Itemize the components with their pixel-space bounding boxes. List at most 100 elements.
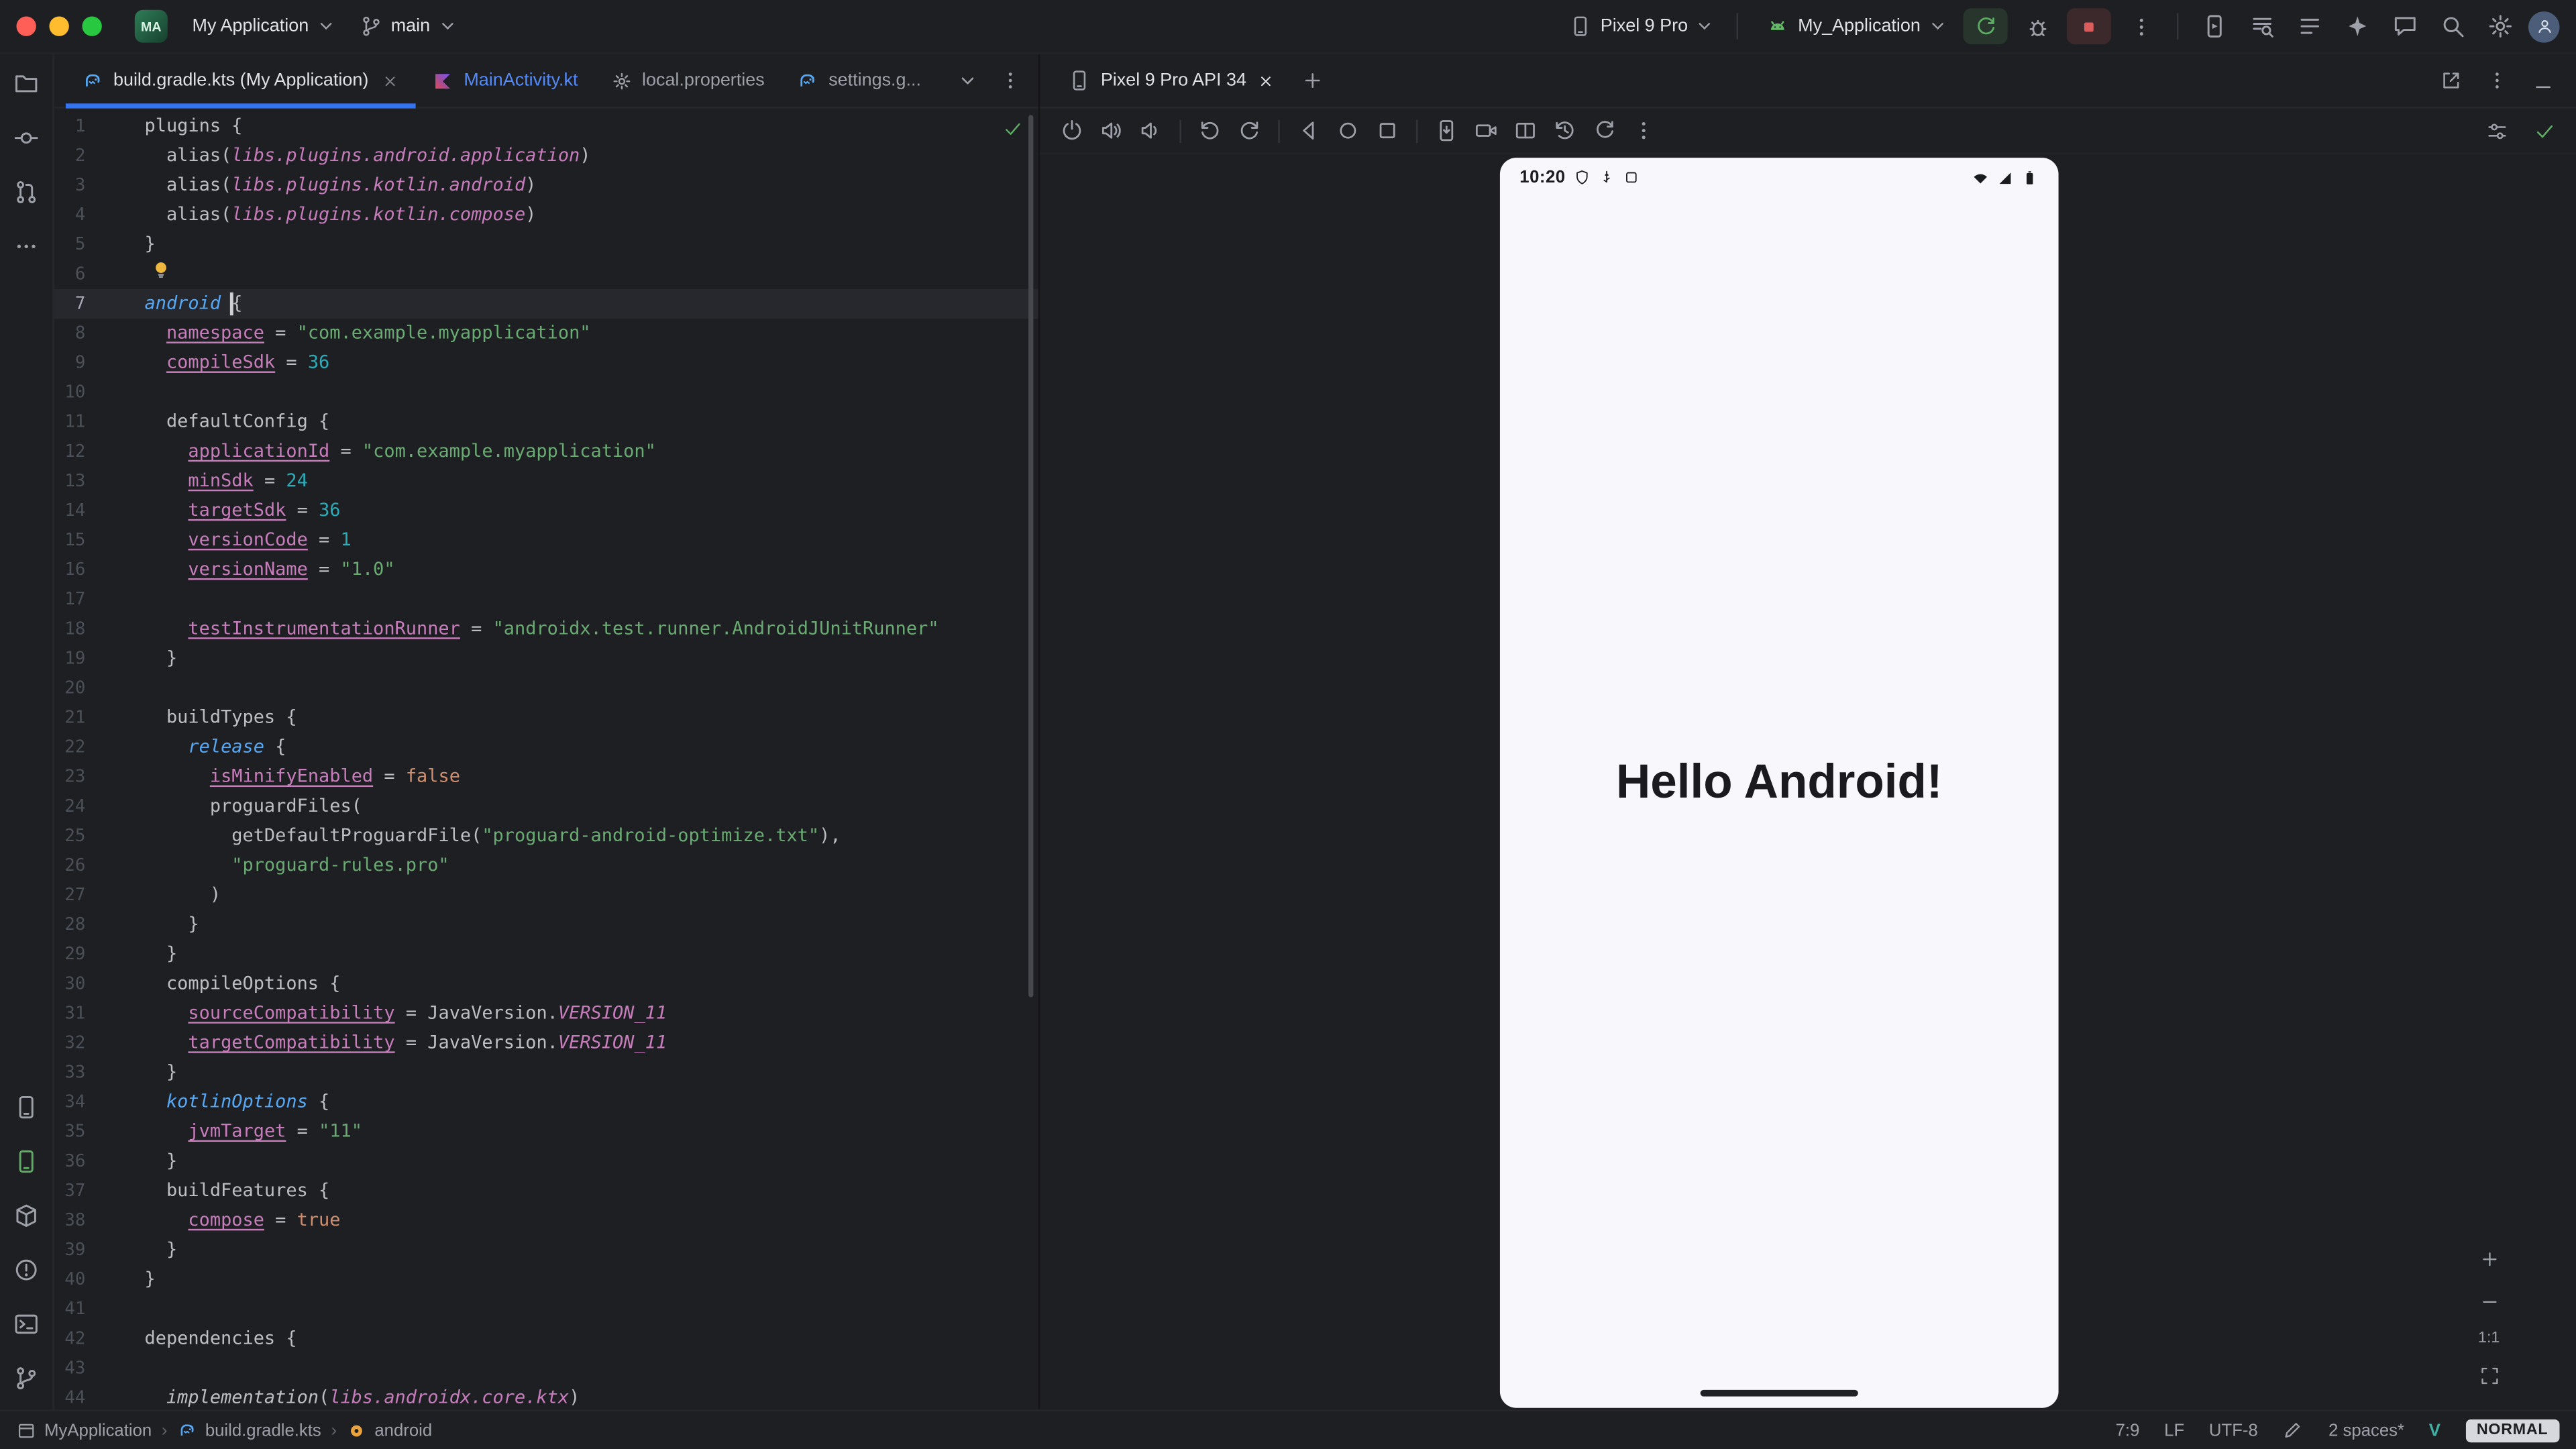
code-line-8[interactable]: 8 namespace = "com.example.myapplication…	[54, 319, 1038, 348]
code-line-42[interactable]: 42dependencies {	[54, 1324, 1038, 1354]
more-tool-windows-icon[interactable]	[5, 225, 48, 268]
more-vertical-icon[interactable]	[2477, 61, 2517, 101]
overview-icon[interactable]	[1368, 113, 1406, 149]
code-line-28[interactable]: 28 }	[54, 910, 1038, 940]
profile-avatar[interactable]	[2528, 11, 2560, 42]
code-line-43[interactable]: 43	[54, 1354, 1038, 1383]
editor-tab-settings.g...[interactable]: settings.g...	[781, 54, 937, 107]
editor-tab-mainactivity.kt[interactable]: MainActivity.kt	[416, 54, 594, 107]
code-line-1[interactable]: 1plugins {	[54, 112, 1038, 142]
hidden-tabs-button[interactable]	[948, 61, 987, 101]
code-line-12[interactable]: 12 applicationId = "com.example.myapplic…	[54, 437, 1038, 466]
tab-options-button[interactable]	[991, 61, 1030, 101]
back-icon[interactable]	[1289, 113, 1327, 149]
structure-icon[interactable]	[2290, 7, 2330, 46]
volume-up-icon[interactable]	[1093, 113, 1130, 149]
snapshots-icon[interactable]	[1546, 113, 1583, 149]
settings-icon[interactable]	[2481, 7, 2520, 46]
editor-tab-build.gradle.kts-my-application-[interactable]: build.gradle.kts (My Application)	[66, 54, 416, 107]
branch-widget[interactable]: main	[348, 10, 463, 43]
caret-position[interactable]: 7:9	[2116, 1420, 2140, 1440]
code-line-27[interactable]: 27 )	[54, 881, 1038, 910]
code-line-9[interactable]: 9 compileSdk = 36	[54, 348, 1038, 378]
file-encoding[interactable]: UTF-8	[2209, 1420, 2258, 1440]
search-everywhere-icon[interactable]	[2433, 7, 2473, 46]
indent-setting[interactable]: 2 spaces*	[2328, 1420, 2404, 1440]
code-line-32[interactable]: 32 targetCompatibility = JavaVersion.VER…	[54, 1028, 1038, 1058]
code-line-3[interactable]: 3 alias(libs.plugins.kotlin.android)	[54, 171, 1038, 201]
project-folder-icon[interactable]	[5, 62, 48, 105]
code-line-14[interactable]: 14 targetSdk = 36	[54, 496, 1038, 526]
code-line-15[interactable]: 15 versionCode = 1	[54, 526, 1038, 555]
code-line-18[interactable]: 18 testInstrumentationRunner = "androidx…	[54, 614, 1038, 644]
code-line-17[interactable]: 17	[54, 585, 1038, 614]
fold-device-icon[interactable]	[1507, 113, 1544, 149]
build-icon[interactable]	[5, 1194, 48, 1237]
code-line-39[interactable]: 39 }	[54, 1236, 1038, 1265]
gemini-icon[interactable]	[2338, 7, 2377, 46]
editor-scrollbar[interactable]	[1028, 115, 1033, 997]
popout-icon[interactable]	[2431, 61, 2471, 101]
zoom-to-fit-button[interactable]	[2474, 1360, 2504, 1390]
debug-button[interactable]	[2017, 7, 2057, 46]
breadcrumb-item-build.gradle.kts[interactable]: build.gradle.kts	[177, 1420, 321, 1440]
pencil-icon[interactable]	[2283, 1419, 2304, 1441]
display-mode-icon[interactable]	[2477, 113, 2515, 149]
code-line-26[interactable]: 26 "proguard-rules.pro"	[54, 851, 1038, 881]
breadcrumb-item-myapplication[interactable]: MyApplication	[16, 1420, 152, 1440]
code-line-41[interactable]: 41	[54, 1295, 1038, 1324]
code-line-22[interactable]: 22 release {	[54, 733, 1038, 762]
code-line-19[interactable]: 19 }	[54, 644, 1038, 674]
add-device-tab-button[interactable]	[1293, 61, 1332, 101]
logcat-icon[interactable]	[2243, 7, 2282, 46]
close-icon[interactable]	[382, 72, 400, 90]
screen-record-icon[interactable]	[1467, 113, 1505, 149]
breadcrumb-item-android[interactable]: android	[347, 1420, 432, 1440]
ideavim-icon[interactable]: V	[2429, 1420, 2440, 1440]
commit-icon[interactable]	[5, 117, 48, 160]
code-line-44[interactable]: 44 implementation(libs.androidx.core.ktx…	[54, 1383, 1038, 1409]
code-line-16[interactable]: 16 versionName = "1.0"	[54, 555, 1038, 585]
device-selector[interactable]: Pixel 9 Pro	[1558, 10, 1721, 43]
problems-icon[interactable]	[5, 1248, 48, 1291]
code-editor[interactable]: 1plugins {2 alias(libs.plugins.android.a…	[54, 109, 1038, 1410]
power-icon[interactable]	[1053, 113, 1091, 149]
inspections-ok-icon[interactable]	[1002, 118, 1024, 140]
terminal-icon[interactable]	[5, 1303, 48, 1346]
code-line-33[interactable]: 33 }	[54, 1058, 1038, 1087]
version-control-icon[interactable]	[5, 1357, 48, 1400]
volume-down-icon[interactable]	[1132, 113, 1169, 149]
code-line-24[interactable]: 24 proguardFiles(	[54, 792, 1038, 821]
line-separator[interactable]: LF	[2164, 1420, 2184, 1440]
intention-bulb-icon[interactable]	[151, 260, 170, 279]
code-line-31[interactable]: 31 sourceCompatibility = JavaVersion.VER…	[54, 999, 1038, 1028]
code-line-5[interactable]: 5}	[54, 230, 1038, 260]
code-line-37[interactable]: 37 buildFeatures {	[54, 1176, 1038, 1205]
code-line-6[interactable]: 6	[54, 260, 1038, 289]
code-line-2[interactable]: 2 alias(libs.plugins.android.application…	[54, 142, 1038, 171]
rerun-button[interactable]	[1964, 8, 2008, 44]
code-line-23[interactable]: 23 isMinifyEnabled = false	[54, 762, 1038, 792]
emulator-screen[interactable]: 10:20 Hello Android!	[1500, 158, 2059, 1408]
minimize-window-button[interactable]	[49, 16, 68, 36]
code-line-40[interactable]: 40}	[54, 1265, 1038, 1295]
more-icon[interactable]	[1625, 113, 1662, 149]
gesture-bar[interactable]	[1701, 1390, 1858, 1397]
rotate-left-icon[interactable]	[1191, 113, 1229, 149]
code-line-25[interactable]: 25 getDefaultProguardFile("proguard-andr…	[54, 821, 1038, 851]
close-window-button[interactable]	[16, 16, 36, 36]
code-line-21[interactable]: 21 buildTypes {	[54, 703, 1038, 733]
code-line-36[interactable]: 36 }	[54, 1146, 1038, 1176]
code-line-29[interactable]: 29 }	[54, 940, 1038, 969]
code-line-20[interactable]: 20	[54, 674, 1038, 703]
zoom-out-button[interactable]	[2474, 1287, 2504, 1316]
pull-requests-icon[interactable]	[5, 171, 48, 214]
code-line-34[interactable]: 34 kotlinOptions {	[54, 1087, 1038, 1117]
editor-tab-local.properties[interactable]: local.properties	[594, 54, 781, 107]
code-line-13[interactable]: 13 minSdk = 24	[54, 467, 1038, 496]
run-configuration-selector[interactable]: My_Application	[1756, 10, 1953, 43]
reset-icon[interactable]	[1585, 113, 1623, 149]
device-manager-icon[interactable]	[2195, 7, 2235, 46]
code-line-30[interactable]: 30 compileOptions {	[54, 969, 1038, 999]
home-icon[interactable]	[1329, 113, 1366, 149]
